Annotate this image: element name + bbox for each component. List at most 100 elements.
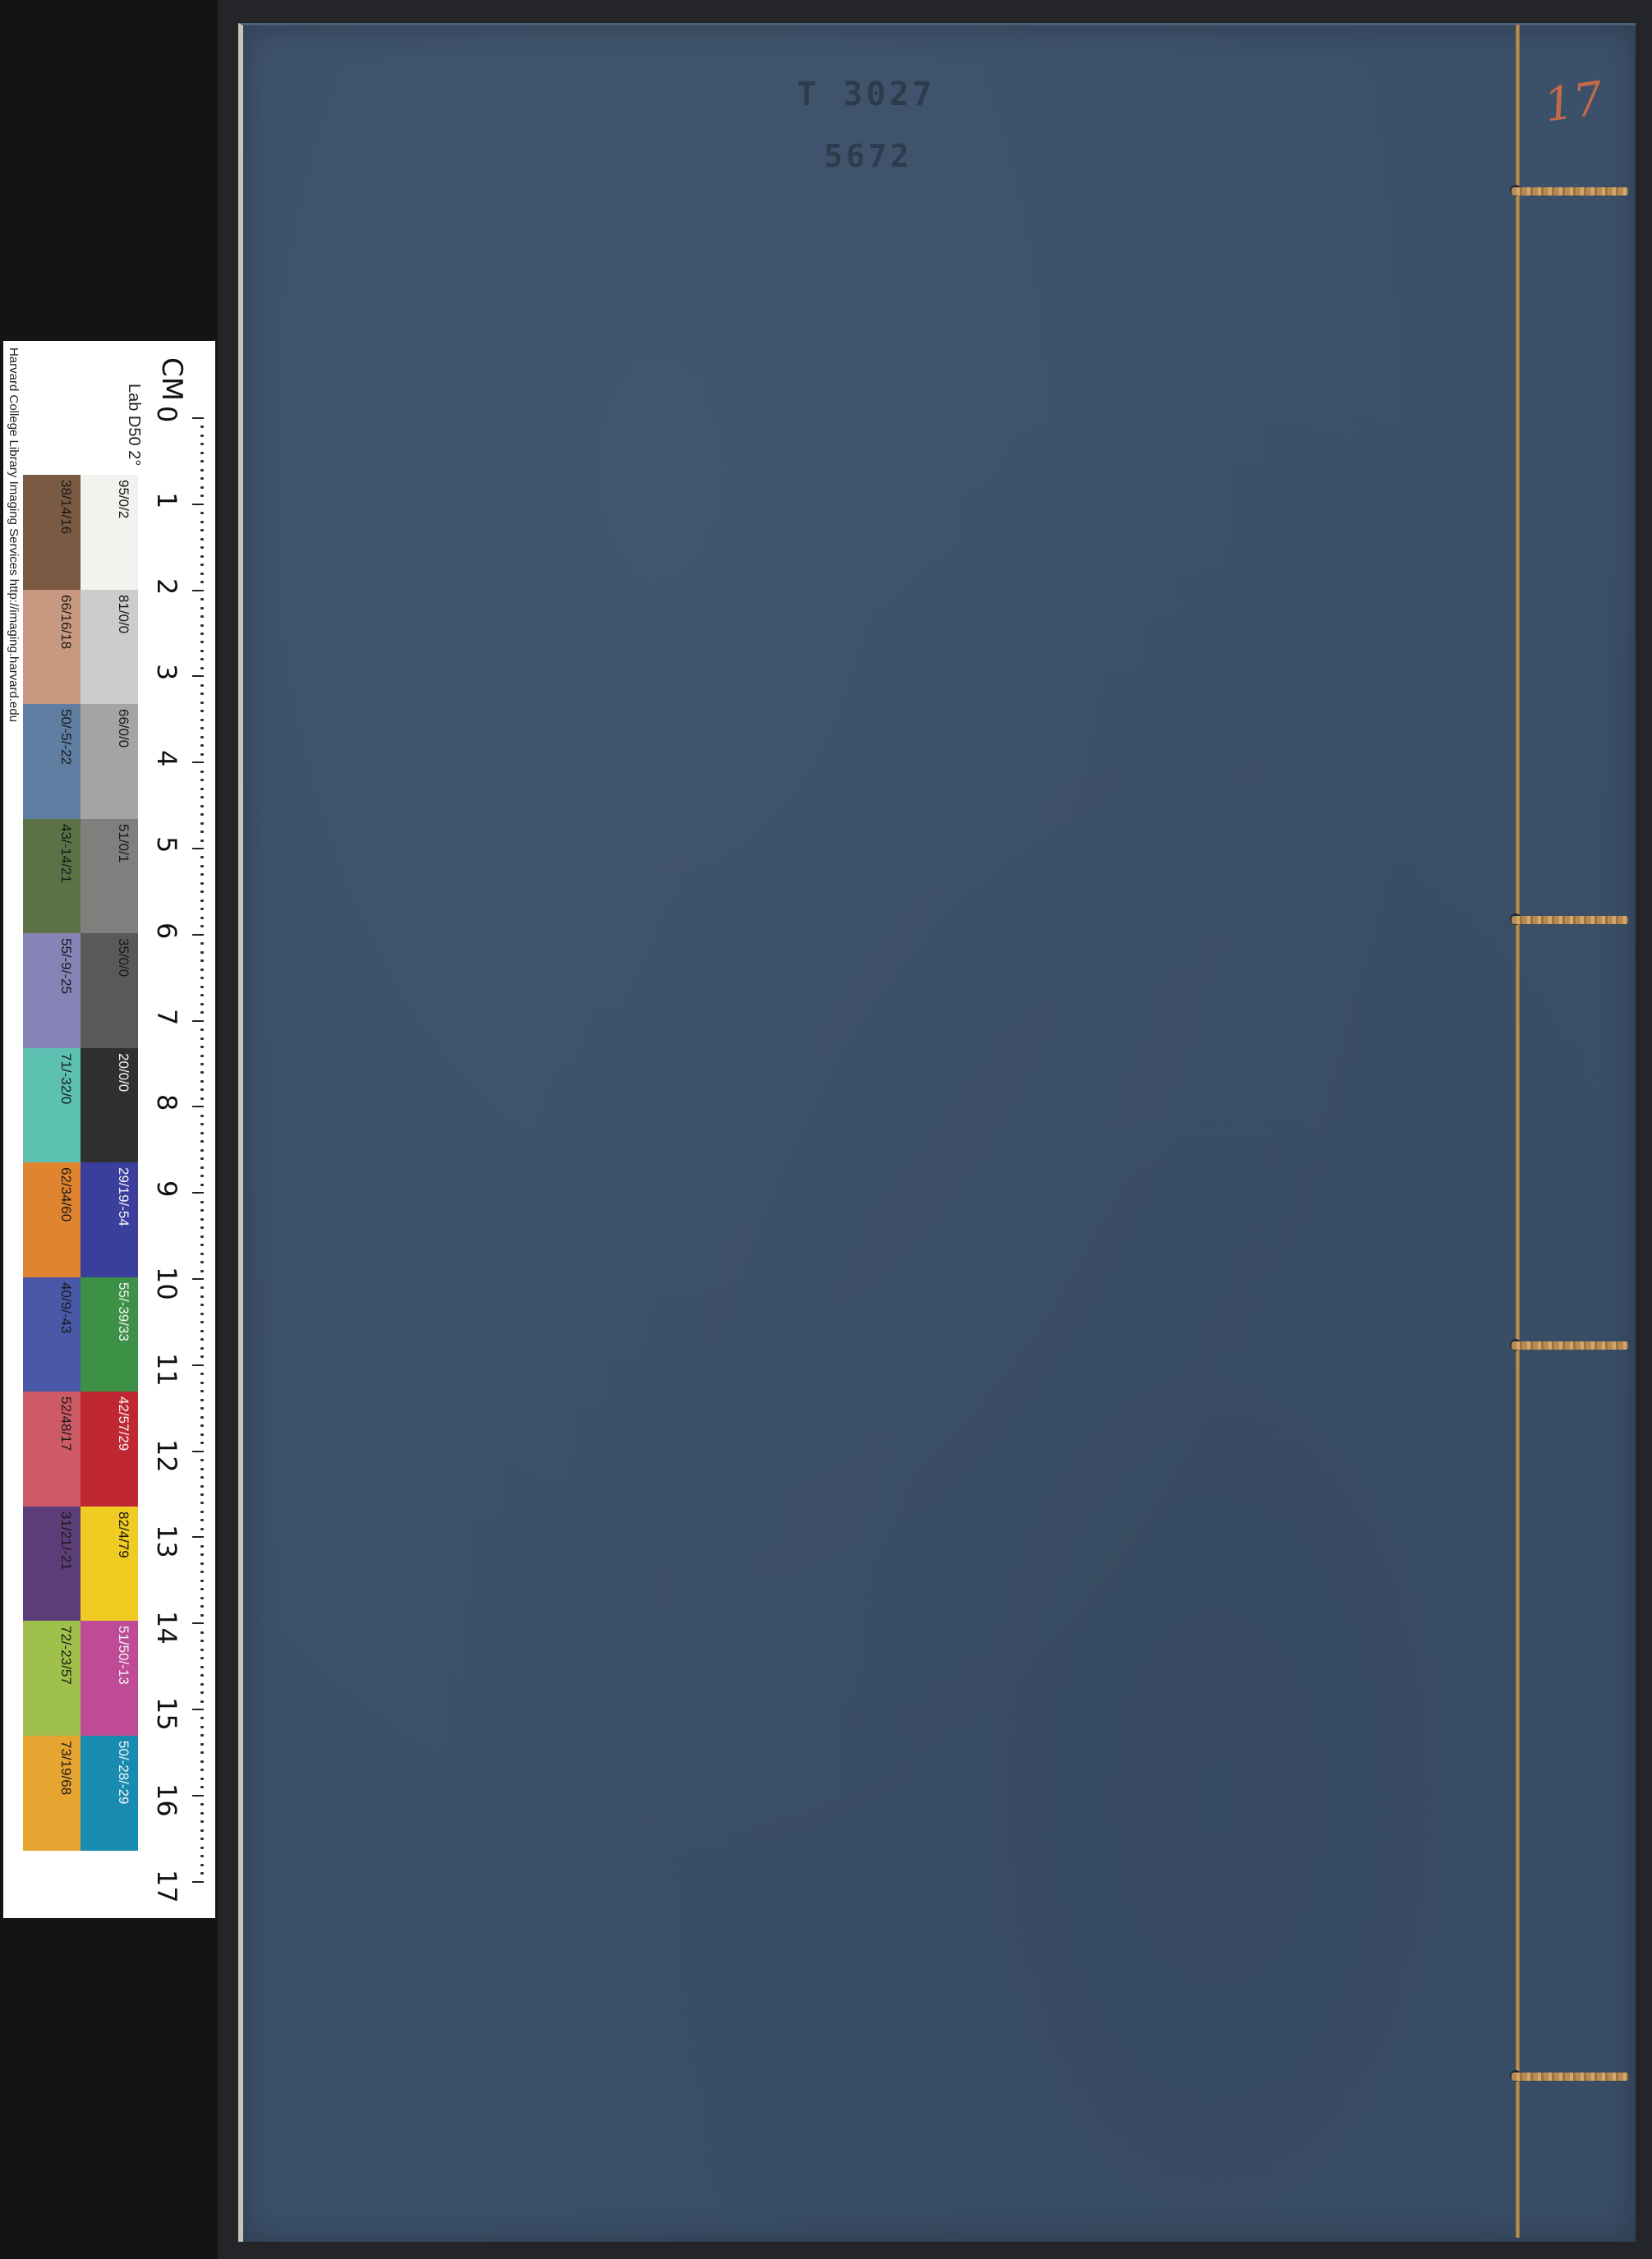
ruler-minor-tick <box>200 572 204 575</box>
ruler-minor-tick <box>200 804 204 807</box>
ruler-minor-tick <box>200 1390 204 1393</box>
lab-illuminant-label: Lab D50 2° <box>125 384 143 467</box>
ruler-major-tick <box>192 848 204 849</box>
ruler-minor-tick <box>200 1312 204 1315</box>
color-swatch: 52/48/17 <box>23 1392 81 1507</box>
ruler-minor-tick <box>200 1175 204 1178</box>
ruler-minor-tick <box>200 727 204 730</box>
color-swatch: 43/-14/21 <box>23 818 81 934</box>
ruler-number: 1 <box>151 491 182 509</box>
ruler-minor-tick <box>200 1674 204 1677</box>
ruler-minor-tick <box>200 495 204 498</box>
ruler-minor-tick <box>200 1123 204 1126</box>
ruler-minor-tick <box>200 1493 204 1496</box>
ruler-minor-tick <box>200 554 204 558</box>
ruler-minor-tick <box>200 1415 204 1419</box>
color-swatch-label: 40/9/-43 <box>58 1281 74 1333</box>
ruler-minor-tick <box>200 701 204 704</box>
ruler-minor-tick <box>200 615 204 619</box>
ruler-minor-tick <box>200 1079 204 1083</box>
ruler-minor-tick <box>200 1510 204 1513</box>
gray-swatch: 50/-28/-29 <box>81 1735 138 1851</box>
ruler-minor-tick <box>200 1338 204 1341</box>
ruler-major-tick <box>192 761 204 764</box>
color-swatch-label: 31/21/-21 <box>58 1511 74 1571</box>
call-number-stamp: T 3027 <box>797 76 936 113</box>
ruler-minor-tick <box>200 1217 204 1221</box>
color-swatch-label: 66/16/18 <box>58 594 74 649</box>
gray-swatch: 66/0/0 <box>81 704 138 820</box>
gray-swatch: 81/0/0 <box>81 589 138 705</box>
ruler-minor-tick <box>200 1346 204 1350</box>
ruler-minor-tick <box>200 1244 204 1247</box>
gray-swatch: 82/4/79 <box>81 1506 138 1622</box>
ruler-major-tick <box>192 1019 204 1022</box>
ruler-minor-tick <box>200 641 204 644</box>
ruler-minor-tick <box>200 813 204 817</box>
ruler-minor-tick <box>200 1760 204 1763</box>
gray-swatch: 35/0/0 <box>81 933 138 1049</box>
ruler-minor-tick <box>200 1872 204 1875</box>
ruler-minor-tick <box>200 1252 204 1255</box>
ruler-minor-tick <box>200 1037 204 1040</box>
ruler-minor-tick <box>200 666 204 669</box>
ruler-minor-tick <box>200 890 204 894</box>
ruler-minor-tick <box>200 1846 204 1849</box>
color-swatch: 72/-23/57 <box>23 1621 81 1737</box>
ruler-major-tick <box>192 589 204 591</box>
color-swatch: 31/21/-21 <box>23 1506 81 1622</box>
color-swatch-label: 71/-32/0 <box>58 1052 74 1104</box>
cm-unit-label: CM <box>155 357 188 402</box>
ruler-minor-tick <box>200 1742 204 1746</box>
ruler-major-tick <box>192 1450 204 1452</box>
color-swatch-label: 50/-5/-22 <box>58 709 74 766</box>
ruler-minor-tick <box>200 1381 204 1384</box>
binding-stitch <box>1512 1341 1628 1350</box>
ruler-minor-tick <box>200 1553 204 1557</box>
ruler-major-tick <box>192 1709 204 1710</box>
ruler-minor-tick <box>200 1355 204 1359</box>
ruler-number: 5 <box>151 836 182 853</box>
color-swatch: 55/-9/-25 <box>23 933 81 1049</box>
ruler-major-tick <box>192 1794 204 1797</box>
ruler-minor-tick <box>200 1442 204 1445</box>
gray-swatch-label: 51/0/1 <box>116 823 131 863</box>
ruler-minor-tick <box>200 1803 204 1806</box>
ruler-minor-tick <box>200 1605 204 1608</box>
ruler-minor-tick <box>200 633 204 635</box>
ruler-minor-tick <box>200 1811 204 1815</box>
ruler-minor-tick <box>200 460 204 463</box>
ruler-minor-tick <box>200 1329 204 1332</box>
ruler-minor-tick <box>200 1088 204 1092</box>
ruler-major-tick <box>192 1536 204 1539</box>
ruler-minor-tick <box>200 908 204 911</box>
ruler-minor-tick <box>200 477 204 481</box>
ruler-major-tick <box>192 1106 204 1108</box>
ruler-minor-tick <box>200 623 204 627</box>
ruler-minor-tick <box>200 1295 204 1298</box>
ruler-number: 10 <box>151 1267 182 1300</box>
ruler-minor-tick <box>200 959 204 963</box>
ruler-minor-tick <box>200 537 204 541</box>
gray-swatch-label: 82/4/79 <box>116 1511 131 1558</box>
ruler-minor-tick <box>200 744 204 748</box>
ruler-minor-tick <box>200 512 204 515</box>
gray-swatch-label: 81/0/0 <box>116 594 131 633</box>
ruler-minor-tick <box>200 1286 204 1290</box>
ruler-minor-tick <box>200 1596 204 1599</box>
ruler-minor-tick <box>200 426 204 429</box>
ruler-minor-tick <box>200 1226 204 1230</box>
color-swatch: 38/14/16 <box>23 475 81 591</box>
ruler-minor-tick <box>200 1200 204 1203</box>
ruler-minor-tick <box>200 1665 204 1668</box>
ruler-minor-tick <box>200 1502 204 1505</box>
ruler-minor-tick <box>200 1544 204 1548</box>
ruler-minor-tick <box>200 434 204 437</box>
ruler-minor-tick <box>200 1063 204 1065</box>
ruler-minor-tick <box>200 881 204 885</box>
ruler-minor-tick <box>200 1751 204 1755</box>
ruler-minor-tick <box>200 1863 204 1866</box>
ruler-minor-tick <box>200 873 204 876</box>
ruler-minor-tick <box>200 1114 204 1117</box>
ruler-minor-tick <box>200 606 204 610</box>
